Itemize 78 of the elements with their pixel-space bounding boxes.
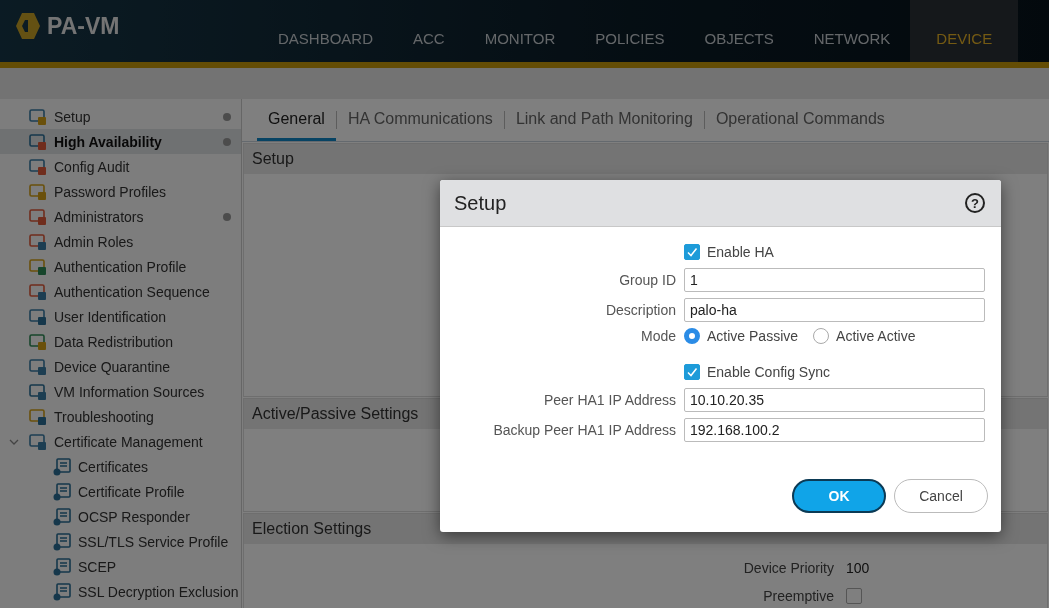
field-label: Device Priority xyxy=(742,560,834,576)
sidebar-item[interactable]: SSL Decryption Exclusion xyxy=(0,579,241,604)
nav-tab[interactable]: POLICIES xyxy=(575,0,685,62)
section-header: Setup xyxy=(244,144,1047,174)
item-icon xyxy=(28,132,48,151)
input-field[interactable]: 1 xyxy=(684,268,985,292)
sidebar-item[interactable]: OCSP Responder xyxy=(0,504,241,529)
checkbox[interactable] xyxy=(684,244,700,260)
input-field[interactable]: palo-ha xyxy=(684,298,985,322)
ok-button[interactable]: OK xyxy=(792,479,886,513)
help-button[interactable]: ? xyxy=(965,193,985,213)
field-label: Mode xyxy=(639,328,676,344)
item-icon xyxy=(28,282,48,301)
tab[interactable]: Operational Commands xyxy=(704,99,896,141)
certificate-icon xyxy=(52,482,72,501)
nav-tab[interactable]: NETWORK xyxy=(793,0,911,62)
radio-button[interactable] xyxy=(684,328,700,344)
sidebar-item[interactable]: Device Quarantine xyxy=(0,354,241,379)
checkbox-label: Enable Config Sync xyxy=(707,364,830,380)
sidebar-item[interactable]: Password Profiles xyxy=(0,179,241,204)
sidebar-item[interactable]: Setup xyxy=(0,104,241,129)
item-icon xyxy=(28,232,48,251)
product-logo-text: PA-VM xyxy=(47,12,120,40)
certificate-icon xyxy=(52,532,72,551)
input-field[interactable]: 10.10.20.35 xyxy=(684,388,985,412)
nav-tab[interactable]: OBJECTS xyxy=(684,0,794,62)
certificate-icon xyxy=(52,457,72,476)
certificate-icon xyxy=(52,507,72,526)
sidebar-item[interactable]: Certificate Profile xyxy=(0,479,241,504)
sidebar-item[interactable]: User Identification xyxy=(0,304,241,329)
sidebar-item[interactable]: High Availability xyxy=(0,129,241,154)
radio-label: Active Passive xyxy=(707,328,799,344)
item-icon xyxy=(28,157,48,176)
item-icon xyxy=(28,307,48,326)
certificate-icon xyxy=(52,557,72,576)
item-icon xyxy=(28,357,48,376)
radio-label: Active Active xyxy=(836,328,916,344)
sidebar-item[interactable]: Troubleshooting xyxy=(0,404,241,429)
item-icon xyxy=(28,182,48,201)
sidebar-item[interactable]: Authentication Sequence xyxy=(0,279,241,304)
radio-button[interactable] xyxy=(813,328,830,344)
nav-tab[interactable]: DEVICE xyxy=(910,0,1019,62)
tab[interactable]: General xyxy=(257,99,336,141)
item-icon xyxy=(28,332,48,351)
sidebar-item[interactable]: Administrators xyxy=(0,204,241,229)
tab[interactable]: Link and Path Monitoring xyxy=(504,99,704,141)
certificate-icon xyxy=(52,582,72,601)
nav-tab[interactable]: MONITOR xyxy=(464,0,576,62)
sidebar-item[interactable]: SCEP xyxy=(0,554,241,579)
item-icon xyxy=(28,382,48,401)
dialog-title: Setup xyxy=(454,191,507,215)
checkbox-label: Enable HA xyxy=(707,244,774,260)
item-icon xyxy=(28,407,48,426)
tab[interactable]: HA Communications xyxy=(336,99,504,141)
sidebar-item[interactable]: Data Redistribution xyxy=(0,329,241,354)
chevron-icon[interactable] xyxy=(9,437,19,447)
item-icon xyxy=(28,432,48,451)
item-icon xyxy=(28,107,48,126)
checkbox[interactable] xyxy=(684,364,700,380)
sidebar-item[interactable]: Admin Roles xyxy=(0,229,241,254)
sidebar-item[interactable]: Certificates xyxy=(0,454,241,479)
cancel-button[interactable]: Cancel xyxy=(894,479,988,513)
sidebar-item[interactable]: SSL/TLS Service Profile xyxy=(0,529,241,554)
nav-tab[interactable]: DASHBOARD xyxy=(258,0,394,62)
field-value: 100 xyxy=(846,560,870,576)
checkbox[interactable] xyxy=(846,588,862,604)
sidebar-item[interactable]: Certificate Management xyxy=(0,429,241,454)
item-icon xyxy=(28,257,48,276)
field-label: Description xyxy=(604,302,676,318)
sidebar-item[interactable]: Authentication Profile xyxy=(0,254,241,279)
input-field[interactable]: 192.168.100.2 xyxy=(684,418,985,442)
sidebar-item[interactable]: Config Audit xyxy=(0,154,241,179)
item-icon xyxy=(28,207,48,226)
hexagon-logo-icon xyxy=(15,12,41,40)
field-label: Preemptive xyxy=(762,588,834,604)
sidebar-item[interactable]: VM Information Sources xyxy=(0,379,241,404)
nav-tab[interactable]: ACC xyxy=(393,0,465,62)
field-label: Group ID xyxy=(618,272,676,288)
